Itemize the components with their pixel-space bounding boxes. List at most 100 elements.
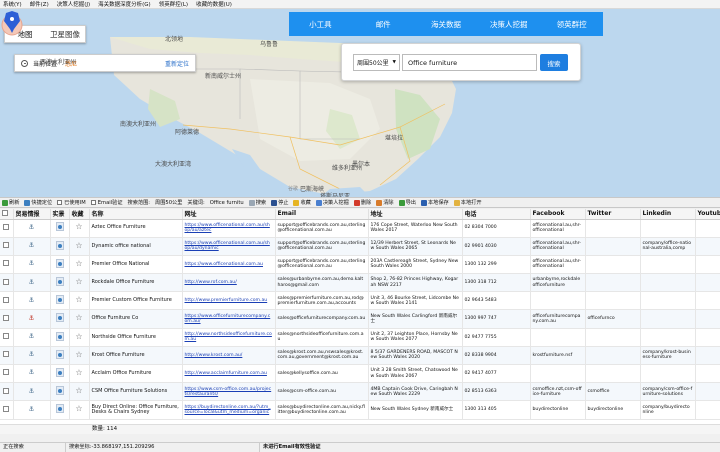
delete-button[interactable]: 删除 [353, 199, 371, 206]
streetview-icon[interactable] [50, 219, 70, 238]
row-checkbox[interactable] [0, 219, 14, 238]
col-youtube[interactable]: Youtub [695, 209, 720, 220]
favorite-star-icon[interactable]: ☆ [69, 219, 90, 238]
menu-system[interactable]: 系统(Y) [3, 0, 22, 8]
export-button[interactable]: 导出 [398, 199, 416, 206]
col-name[interactable]: 名称 [89, 209, 183, 220]
nav-linkedin[interactable]: 领英群控 [540, 19, 603, 30]
favorite-star-icon[interactable]: ☆ [69, 328, 90, 347]
stop-button[interactable]: 停止 [271, 199, 288, 206]
row-website[interactable]: http://www.krost.com.au/ [182, 346, 276, 366]
menu-linkedin[interactable]: 领英群控(L) [159, 0, 188, 8]
menu-decision[interactable]: 决策人挖掘(J) [57, 0, 90, 8]
keyword-input[interactable]: Office furniture [402, 54, 537, 71]
clear-button[interactable]: 清除 [376, 199, 394, 206]
col-website[interactable]: 网址 [182, 209, 276, 220]
col-favorite[interactable]: 收藏 [69, 209, 90, 220]
table-row[interactable]: ⚓ ☆ Krost Office Furniture http://www.krost… [0, 346, 720, 366]
row-website[interactable]: http://www.acclaimfurniture.com.au [182, 364, 276, 384]
row-checkbox[interactable] [0, 346, 14, 366]
row-checkbox[interactable] [0, 291, 14, 311]
row-website[interactable]: http://www.rof.com.au/ [182, 273, 276, 293]
favorite-star-icon[interactable]: ☆ [69, 346, 90, 366]
trade-icon[interactable]: ⚓ [13, 382, 51, 402]
trade-icon[interactable]: ⚓ [13, 255, 51, 275]
menu-customs[interactable]: 海关数据深度分析(G) [98, 0, 151, 8]
satellite-tab[interactable]: 卫星图像 [45, 29, 85, 40]
row-checkbox[interactable] [0, 382, 14, 402]
favorite-star-icon[interactable]: ☆ [69, 291, 90, 311]
streetview-icon[interactable] [50, 273, 70, 293]
relocate-link[interactable]: 重新定位 [165, 59, 189, 68]
toolbar-search-button[interactable]: 搜索 [248, 199, 266, 206]
streetview-icon[interactable] [50, 328, 70, 347]
local-save-button[interactable]: 本地保存 [420, 199, 449, 206]
row-website[interactable]: https://www.officenational.com.au/shop/a… [182, 219, 276, 238]
map-marker-icon[interactable] [0, 9, 24, 39]
decision-button[interactable]: 决策人挖掘 [315, 199, 349, 206]
nav-tools[interactable]: 小工具 [289, 19, 352, 30]
trade-icon[interactable]: ⚓ [13, 346, 51, 366]
row-website[interactable]: https://www.officefurniturecompany.com.a… [182, 309, 276, 329]
favorite-star-icon[interactable]: ☆ [69, 400, 90, 420]
col-email[interactable]: Email [275, 209, 369, 220]
row-website[interactable]: https://buydirectonline.com.au/?utm_sour… [182, 400, 276, 420]
row-checkbox[interactable] [0, 309, 14, 329]
table-row[interactable]: ⚓ ☆ Office Furniture Co https://www.officef… [0, 309, 720, 329]
streetview-icon[interactable] [50, 382, 70, 402]
table-row[interactable]: ⚓ ☆ Buy Direct Online: Office Furniture, D… [0, 400, 720, 420]
table-row[interactable]: ⚓ ☆ CSM Office Furniture Solutions https://… [0, 382, 720, 402]
range-select[interactable]: 周围50公里 ▼ [353, 54, 400, 71]
favorite-star-icon[interactable]: ☆ [69, 273, 90, 293]
row-website[interactable]: https://www.officenational.com.au/shop/a… [182, 237, 276, 256]
row-checkbox[interactable] [0, 237, 14, 256]
table-row[interactable]: ⚓ ☆ Premier Office National https://www.off… [0, 255, 720, 275]
favorite-star-icon[interactable]: ☆ [69, 364, 90, 384]
trade-icon[interactable]: ⚓ [13, 237, 51, 256]
trade-icon[interactable]: ⚓ [13, 273, 51, 293]
map-view[interactable]: 地图 卫星图像 当前位置 悉尼 重新定位 新南威尔士州北领地南澳大利亚州昆士兰州… [0, 9, 720, 197]
col-trade[interactable]: 贸易情报 [13, 209, 51, 220]
col-streetview[interactable]: 实景 [50, 209, 70, 220]
local-open-button[interactable]: 本地打开 [453, 199, 482, 206]
row-checkbox[interactable] [0, 328, 14, 347]
used-im-checkbox[interactable]: 已使用IM [57, 199, 86, 206]
table-row[interactable]: ⚓ ☆ Acclaim Office Furniture http://www.acc… [0, 364, 720, 384]
menu-mail[interactable]: 邮件(Z) [30, 0, 49, 8]
trade-icon[interactable]: ⚓ [13, 219, 51, 238]
trade-icon[interactable]: ⚓ [13, 328, 51, 347]
toolbar-keyword-input[interactable]: Office furnitu [210, 200, 244, 206]
nav-decision[interactable]: 决策人挖掘 [477, 19, 540, 30]
menu-favorites[interactable]: 收藏的数据(U) [196, 0, 232, 8]
favorite-star-icon[interactable]: ☆ [69, 382, 90, 402]
row-website[interactable]: https://www.officenational.com.au [182, 255, 276, 275]
quick-locate-button[interactable]: 快捷定位 [24, 199, 52, 206]
row-website[interactable]: http://www.northsideofficefurniture.com.… [182, 328, 276, 347]
nav-mail[interactable]: 邮件 [352, 19, 415, 30]
col-phone[interactable]: 电话 [462, 209, 531, 220]
row-checkbox[interactable] [0, 400, 14, 420]
col-select[interactable] [0, 209, 14, 220]
streetview-icon[interactable] [50, 364, 70, 384]
streetview-icon[interactable] [50, 237, 70, 256]
col-twitter[interactable]: Twitter [585, 209, 641, 220]
col-address[interactable]: 地址 [368, 209, 463, 220]
favorite-star-icon[interactable]: ☆ [69, 255, 90, 275]
collect-button[interactable]: 收藏 [293, 199, 311, 206]
streetview-icon[interactable] [50, 255, 70, 275]
trade-icon[interactable]: ⚓ [13, 364, 51, 384]
table-row[interactable]: ⚓ ☆ Dynamic office national https://www.off… [0, 237, 720, 256]
refresh-button[interactable]: 刷新 [2, 199, 19, 206]
table-row[interactable]: ⚓ ☆ Aztec Office Furniture https://www.offi… [0, 219, 720, 238]
toolbar-range-select[interactable]: 周围50公里 [155, 199, 182, 206]
nav-customs[interactable]: 海关数据 [415, 19, 478, 30]
row-checkbox[interactable] [0, 364, 14, 384]
streetview-icon[interactable] [50, 309, 70, 329]
search-button[interactable]: 搜索 [540, 54, 568, 71]
table-row[interactable]: ⚓ ☆ Premier Custom Office Furniture http://… [0, 291, 720, 311]
streetview-icon[interactable] [50, 400, 70, 420]
col-facebook[interactable]: Facebook [530, 209, 586, 220]
streetview-icon[interactable] [50, 291, 70, 311]
trade-icon[interactable]: ⚓ [13, 291, 51, 311]
streetview-icon[interactable] [50, 346, 70, 366]
